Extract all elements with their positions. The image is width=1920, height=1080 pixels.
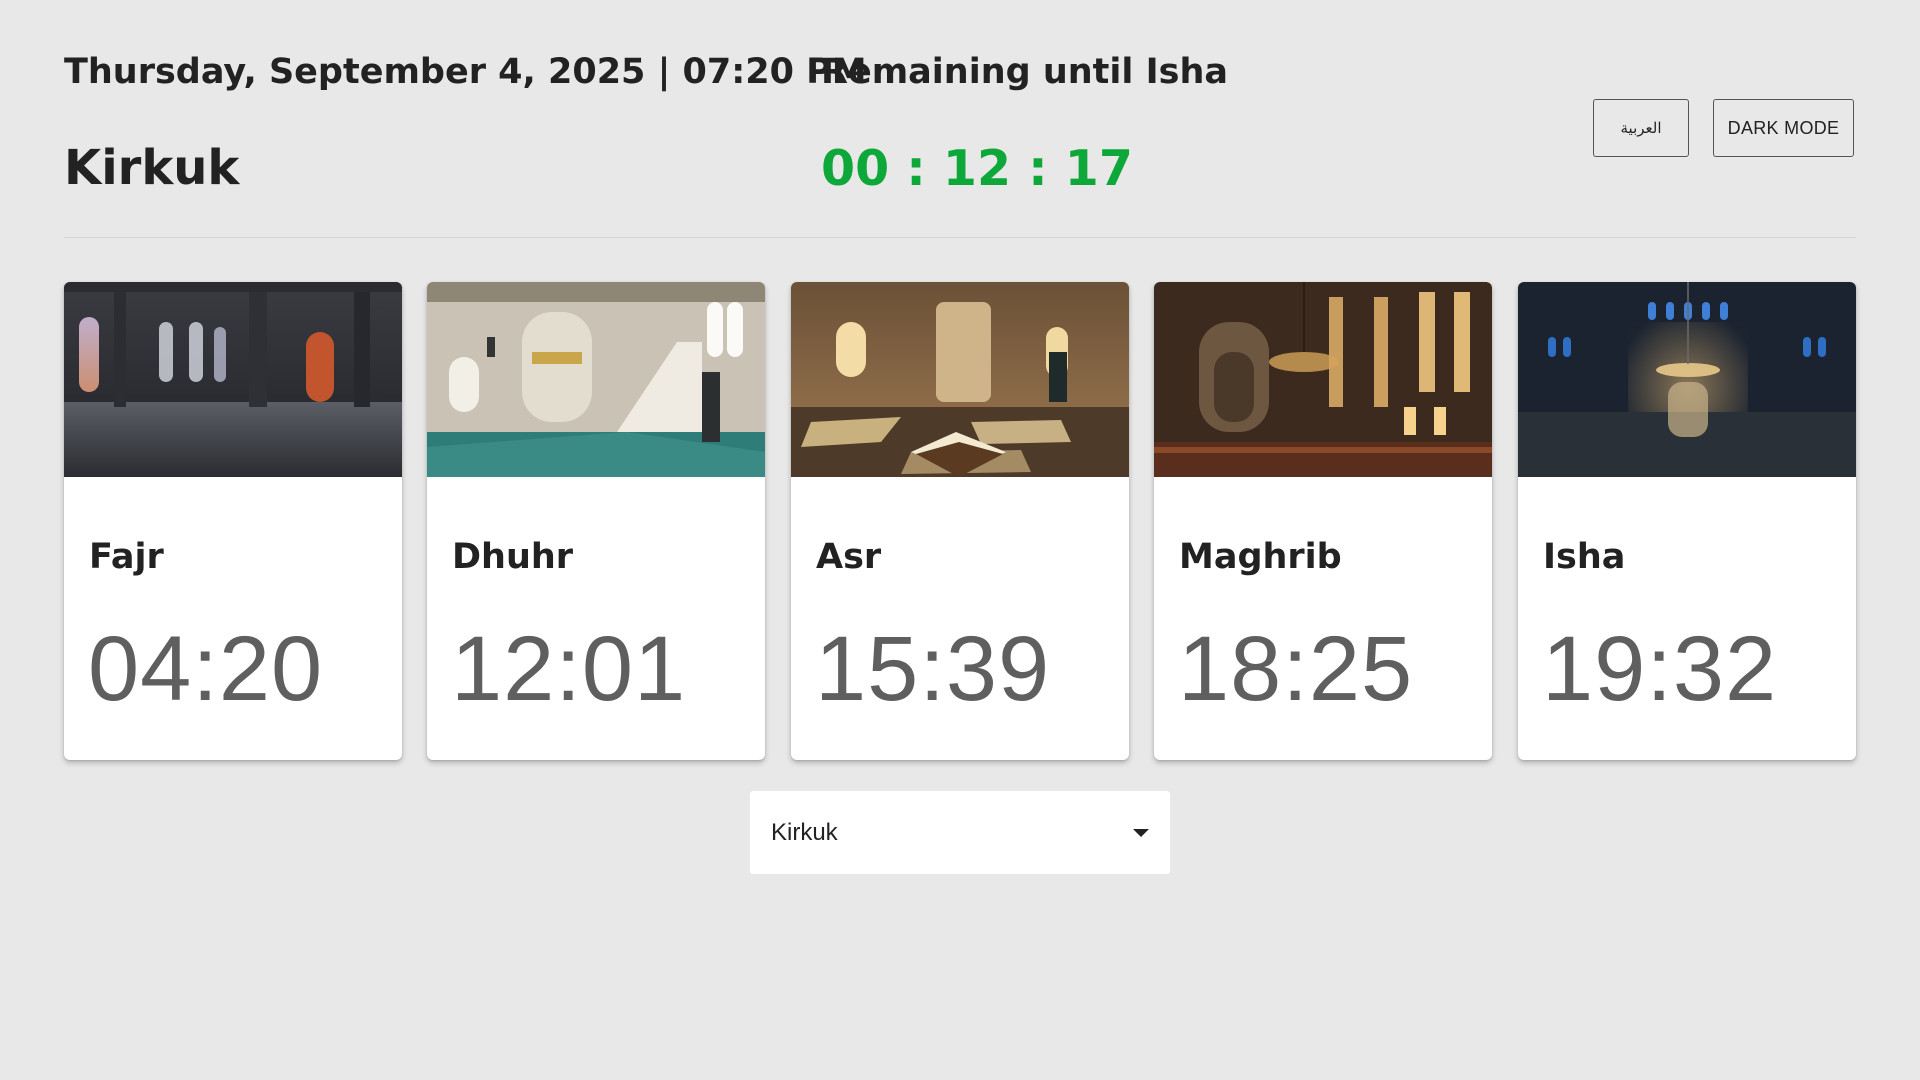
prayer-name: Fajr [89,537,164,577]
mosque-interior-night-image [1518,282,1856,477]
prayer-time: 19:32 [1542,618,1778,720]
prayer-time: 04:20 [88,618,324,720]
prayer-card-dhuhr: Dhuhr 12:01 [427,282,765,760]
prayer-card-maghrib: Maghrib 18:25 [1154,282,1492,760]
prayer-cards: Fajr 04:20 Dhuhr 12:01 Asr 15:39 Maghrib… [64,282,1856,760]
prayer-time: 15:39 [815,618,1051,720]
mosque-interior-dawn-image [64,282,402,477]
prayer-name: Isha [1543,537,1626,577]
caret-down-icon [1133,829,1149,837]
mosque-interior-chandelier-sunset-image [1154,282,1492,477]
language-toggle-button[interactable]: العربية [1593,99,1689,157]
mosque-interior-quran-stand-image [791,282,1129,477]
dark-mode-button[interactable]: DARK MODE [1713,99,1854,157]
prayer-name: Maghrib [1179,537,1342,577]
current-datetime: Thursday, September 4, 2025 | 07:20 PM [64,52,867,92]
prayer-name: Asr [816,537,882,577]
prayer-card-fajr: Fajr 04:20 [64,282,402,760]
city-select-value: Kirkuk [771,818,838,846]
prayer-time: 18:25 [1178,618,1414,720]
countdown-timer: 00 : 12 : 17 [821,140,1133,197]
prayer-card-asr: Asr 15:39 [791,282,1129,760]
mosque-interior-minbar-daylight-image [427,282,765,477]
city-select-dropdown[interactable]: Kirkuk [750,791,1170,874]
header: Thursday, September 4, 2025 | 07:20 PM K… [64,0,1856,238]
city-title: Kirkuk [64,140,240,196]
remaining-label: Remaining until Isha [821,52,1228,92]
prayer-time: 12:01 [451,618,687,720]
prayer-name: Dhuhr [452,537,574,577]
prayer-card-isha: Isha 19:32 [1518,282,1856,760]
